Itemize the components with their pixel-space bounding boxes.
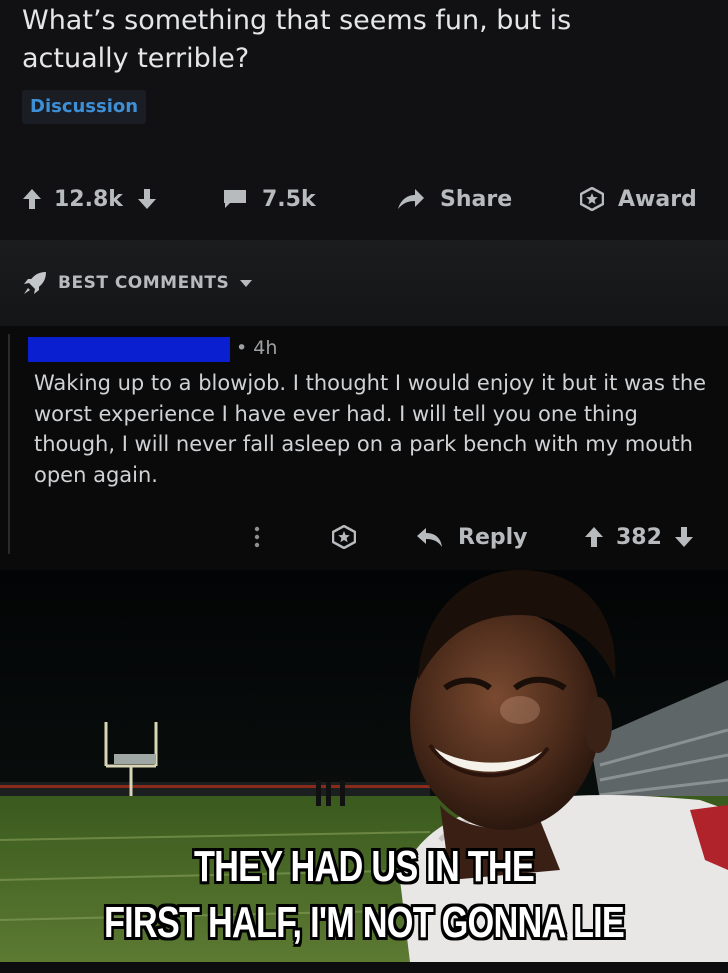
post-actions: 12.8k 7.5k Share Award (0, 180, 728, 218)
share-label: Share (440, 186, 513, 212)
meme-caption-line1: THEY HAD US IN THE (193, 842, 535, 891)
comment-body: Waking up to a blowjob. I thought I woul… (34, 371, 707, 487)
bottom-strip (0, 962, 728, 973)
arrow-down-icon (674, 527, 693, 547)
comment-age: • 4h (236, 337, 278, 359)
award-label: Award (618, 186, 697, 212)
comment-award-button[interactable] (332, 518, 356, 556)
vote-group: 12.8k (22, 180, 157, 218)
comment-actions: Reply 382 (0, 518, 728, 558)
award-button[interactable]: Award (580, 180, 697, 218)
username-redaction (28, 337, 230, 362)
comment-score: 382 (616, 524, 662, 550)
caret-down-icon (240, 280, 253, 287)
rocket-icon (24, 272, 46, 294)
meme-caption-line2: FIRST HALF, I'M NOT GONNA LIE (103, 898, 625, 947)
more-options-button[interactable] (252, 518, 262, 556)
flair-badge[interactable]: Discussion (22, 90, 147, 124)
upvote-button[interactable] (22, 188, 42, 210)
comment-upvote-button[interactable] (584, 526, 604, 548)
comment-vote-group: 382 (584, 518, 694, 556)
arrow-down-icon (137, 189, 156, 209)
share-button[interactable]: Share (396, 180, 512, 218)
award-icon (580, 187, 604, 211)
comment-icon (224, 190, 246, 208)
award-icon (332, 525, 356, 549)
share-icon (398, 189, 424, 209)
arrow-up-icon (23, 189, 41, 209)
reply-button[interactable]: Reply (416, 518, 528, 556)
reply-icon (417, 528, 442, 547)
comments-button[interactable]: 7.5k (222, 180, 316, 218)
arrow-up-icon (585, 527, 603, 547)
comment-downvote-button[interactable] (674, 526, 694, 548)
sort-dropdown[interactable]: BEST COMMENTS (22, 268, 253, 298)
post-score: 12.8k (54, 186, 123, 212)
meme-image: THEY HAD US IN THE FIRST HALF, I'M NOT G… (0, 570, 728, 962)
downvote-button[interactable] (137, 188, 157, 210)
comment-count: 7.5k (262, 186, 316, 212)
reply-label: Reply (458, 524, 528, 550)
post-title[interactable]: What’s something that seems fun, but is … (22, 2, 662, 78)
sort-label: BEST COMMENTS (58, 273, 230, 293)
more-icon (254, 526, 260, 548)
